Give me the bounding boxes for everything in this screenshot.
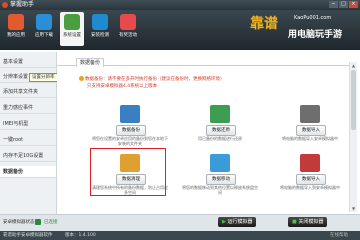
card-data-restore: 数据还原 用已备份的数据进行还原	[181, 105, 259, 149]
toolbar-install-check-label: 安装检测	[91, 33, 109, 38]
warning-text: 数据备份：请不要在多开时执行备份（建议在备份时，更换网络环境）	[79, 76, 225, 83]
toolbar-install-check[interactable]: 安装检测	[88, 12, 112, 46]
toolbar-my-apps[interactable]: 我的应用	[4, 12, 28, 46]
warning-message: 数据备份：请不要在多开时执行备份（建议在备份时，更换网络环境）	[85, 77, 225, 82]
toolbar-app-download[interactable]: 应用下载	[32, 12, 56, 46]
run-emulator-button[interactable]: ▶ 运行模拟器	[218, 217, 257, 227]
brand-slogan: 用电脑玩手游	[288, 30, 343, 40]
warning-icon	[79, 76, 84, 81]
backup-icon	[120, 105, 140, 123]
download-icon	[36, 14, 52, 30]
data-restore-button[interactable]: 数据还原	[206, 125, 236, 136]
scroll-up-icon[interactable]: ▲	[350, 62, 357, 69]
brand-url: KaoPu001.com	[294, 15, 332, 21]
sidebar-item-memory[interactable]: 内存不足10G设置	[0, 150, 56, 162]
sidebar-item-root[interactable]: 一键root	[0, 134, 56, 146]
brand-logo: 靠谱 KaoPu001.com 用电脑玩手游	[250, 13, 358, 47]
card-description: 将您在设置的安卓应用的备份到您在本地下安装的文件夹	[92, 136, 168, 146]
version-hint: 只支持安卓模拟器4.4系统以上版本	[87, 84, 158, 89]
card-description: 将您的数据移动到其他位置以释放系统盘空间	[182, 185, 258, 195]
data-import-button-2[interactable]: 数据导入	[296, 174, 326, 185]
card-data-import-2: 数据导入 将电脑的数据导入到安卓模拟器中	[271, 154, 349, 198]
move-icon	[210, 154, 230, 172]
data-backup-button[interactable]: 数据备份	[116, 125, 146, 136]
bottom-bar: 安卓模拟器状态 已连接 ▶ 运行模拟器 ■ 关闭模拟器	[0, 214, 360, 231]
resolution-tooltip: 设置分辨率	[29, 73, 58, 82]
sidebar-item-shared-folder[interactable]: 添加共享文件夹	[0, 86, 56, 98]
sidebar-item-imei[interactable]: IMEI与机型	[0, 118, 56, 130]
restore-icon	[210, 105, 230, 123]
toolbar-rewards[interactable]: 有奖活动	[116, 12, 140, 46]
toolbar-rewards-label: 有奖活动	[119, 33, 137, 38]
version-status: 版本：1.4.100	[65, 233, 96, 238]
import-icon	[300, 105, 320, 123]
status-bar: 靠谱助手安卓模拟器软件 版本：1.4.100 在线帮助	[0, 231, 360, 240]
app-name-status: 靠谱助手安卓模拟器软件	[3, 233, 53, 238]
highlight-frame	[90, 148, 166, 196]
settings-icon	[64, 14, 80, 30]
data-import-button[interactable]: 数据导入	[296, 125, 326, 136]
export-icon	[300, 154, 320, 172]
card-data-import: 数据导入 将电脑的数据导入安卓模拟器中	[271, 105, 349, 149]
data-move-button[interactable]: 数据移动	[206, 174, 236, 185]
connected-icon	[35, 219, 41, 225]
shield-icon	[92, 14, 108, 30]
brand-name: 靠谱	[250, 16, 278, 32]
card-description: 用已备份的数据进行还原	[198, 136, 242, 141]
run-emulator-label: 运行模拟器	[227, 219, 253, 225]
card-description: 将电脑的数据导入到安卓模拟器中	[280, 185, 340, 190]
window-title: 掌握助手	[10, 1, 35, 8]
card-description: 将电脑的数据导入安卓模拟器中	[282, 136, 338, 141]
card-data-backup: 数据备份 将您在设置的安卓应用的备份到您在本地下安装的文件夹	[91, 105, 169, 149]
close-button[interactable]: ×	[349, 1, 358, 8]
toolbar-app-download-label: 应用下载	[35, 33, 53, 38]
close-emulator-label: 关闭模拟器	[298, 219, 324, 225]
tab-data-backup[interactable]: 数据备份	[76, 58, 105, 67]
app-logo-icon	[2, 2, 8, 8]
toolbar-system-settings-label: 系统设置	[63, 33, 81, 38]
main-scrollbar[interactable]: ▲ ▼	[349, 62, 357, 212]
gift-icon	[120, 14, 136, 30]
toolbar-system-settings[interactable]: 系统设置	[60, 12, 84, 46]
minimize-button[interactable]: −	[329, 1, 338, 8]
scroll-down-icon[interactable]: ▼	[350, 205, 357, 212]
toolbar-my-apps-label: 我的应用	[7, 33, 25, 38]
emulator-status-label: 安卓模拟器状态	[3, 220, 35, 225]
sidebar-item-gravity[interactable]: 重力感应事件	[0, 102, 56, 114]
title-bar[interactable]: 掌握助手 − □ ×	[0, 0, 360, 10]
online-help-link[interactable]: 在线帮助	[330, 231, 348, 240]
sidebar-item-data-backup[interactable]: 数据备份	[0, 166, 56, 178]
main-toolbar: 我的应用 应用下载 系统设置 安装检测 有奖活动 靠谱 KaoPu001.com…	[0, 10, 360, 50]
sidebar-item-basic-settings[interactable]: 基本设置	[0, 56, 56, 68]
maximize-button[interactable]: □	[339, 1, 348, 8]
app-window: 掌握助手 − □ × 我的应用 应用下载 系统设置 安装检测 有奖活动 靠谱 K…	[0, 0, 360, 240]
card-data-move: 数据移动 将您的数据移动到其他位置以释放系统盘空间	[181, 154, 259, 198]
emulator-status: 已连接	[44, 220, 58, 225]
scroll-thumb[interactable]	[351, 70, 356, 130]
close-emulator-button[interactable]: ■ 关闭模拟器	[288, 217, 328, 227]
home-icon	[8, 14, 24, 30]
